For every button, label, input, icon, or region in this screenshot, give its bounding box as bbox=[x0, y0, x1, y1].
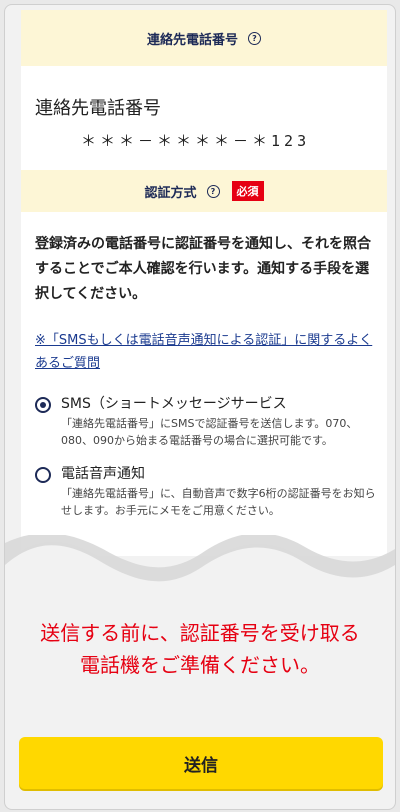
voice-option[interactable]: 電話音声通知 「連絡先電話番号」に、自動音声で数字6桁の認証番号をお知らせします… bbox=[21, 463, 387, 519]
phone-value: ＊＊＊－＊＊＊＊－＊123 bbox=[81, 132, 311, 150]
radio-selected-icon[interactable] bbox=[35, 397, 51, 413]
radio-unselected-icon[interactable] bbox=[35, 467, 51, 483]
phone-frame: 連絡先電話番号 ? 連絡先電話番号 ＊＊＊－＊＊＊＊－＊123 認証方式 ? 必… bbox=[4, 4, 396, 810]
voice-option-title: 電話音声通知 bbox=[61, 466, 145, 482]
wave-divider bbox=[5, 535, 395, 595]
warning-message: 送信する前に、認証番号を受け取る 電話機をご準備ください。 bbox=[5, 617, 395, 681]
auth-section-title: 認証方式 bbox=[144, 185, 197, 201]
sms-option[interactable]: SMS（ショートメッセージサービス 「連絡先電話番号」にSMSで認証番号を送信し… bbox=[21, 393, 387, 449]
warning-line-1: 送信する前に、認証番号を受け取る bbox=[40, 621, 360, 645]
phone-section-header: 連絡先電話番号 ? bbox=[21, 10, 387, 66]
voice-option-desc: 「連絡先電話番号」に、自動音声で数字6桁の認証番号をお知らせします。お手元にメモ… bbox=[61, 487, 376, 517]
sms-option-title: SMS（ショートメッセージサービス bbox=[61, 396, 287, 412]
form-content: 連絡先電話番号 ? 連絡先電話番号 ＊＊＊－＊＊＊＊－＊123 認証方式 ? 必… bbox=[21, 10, 387, 556]
sms-option-desc: 「連絡先電話番号」にSMSで認証番号を送信します。070、080、090から始ま… bbox=[61, 417, 358, 447]
submit-button[interactable]: 送信 bbox=[19, 737, 383, 789]
auth-description: 登録済みの電話番号に認証番号を通知し、それを照合することでご本人確認を行います。… bbox=[35, 236, 371, 302]
auth-section-header: 認証方式 ? 必須 bbox=[21, 170, 387, 212]
warning-line-2: 電話機をご準備ください。 bbox=[80, 653, 320, 677]
phone-label: 連絡先電話番号 bbox=[35, 98, 161, 119]
help-icon[interactable]: ? bbox=[206, 184, 220, 198]
help-icon[interactable]: ? bbox=[248, 31, 261, 45]
faq-link[interactable]: ※「SMSもしくは電話音声通知による認証」に関するよくあるご質問 bbox=[21, 307, 387, 375]
required-badge: 必須 bbox=[231, 181, 264, 201]
phone-section-title: 連絡先電話番号 bbox=[146, 32, 238, 48]
